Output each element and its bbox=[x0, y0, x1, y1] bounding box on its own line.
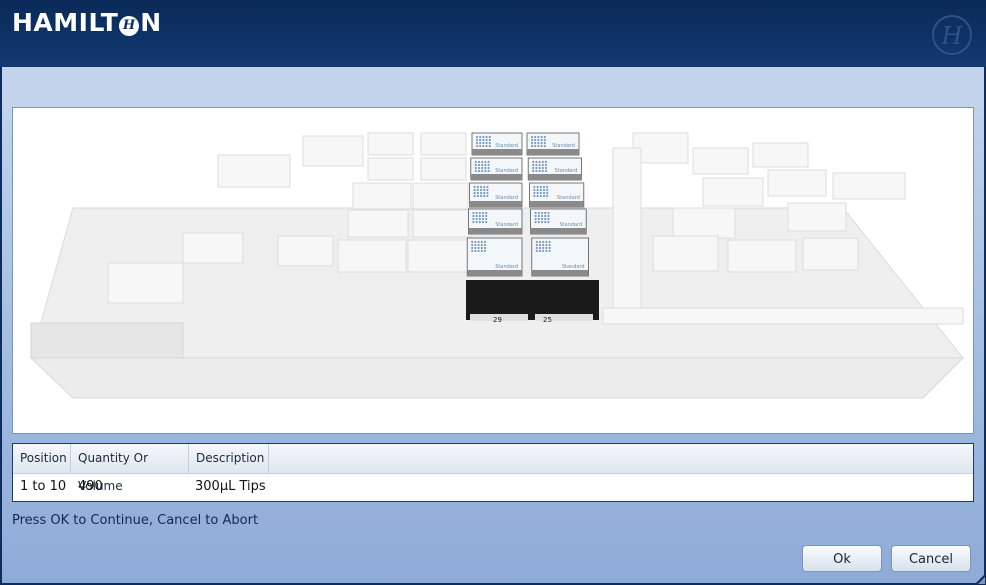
cell-description: 300µL Tips bbox=[195, 479, 266, 494]
tip-rack-label: Standard bbox=[557, 195, 580, 201]
tip-rack: Standard bbox=[527, 157, 582, 181]
faded-labware bbox=[752, 142, 809, 168]
faded-labware bbox=[302, 135, 364, 167]
tip-rack: Standard bbox=[471, 132, 523, 156]
hamilton-emblem-icon: H bbox=[932, 15, 972, 55]
deck-svg: 29 25 Standard Standard Standard Standard St… bbox=[29, 132, 965, 399]
faded-labware bbox=[802, 237, 859, 271]
carrier-label-29: 29 bbox=[493, 316, 502, 324]
tip-rack-label: Standard bbox=[555, 168, 578, 174]
cell-position: 1 to 10 bbox=[20, 479, 67, 494]
ok-button[interactable]: Ok bbox=[802, 545, 882, 572]
cell-quantity: 490 bbox=[78, 479, 103, 494]
faded-labware bbox=[832, 172, 906, 200]
faded-labware bbox=[767, 169, 827, 197]
deck-layout-view[interactable]: 29 25 Standard Standard Standard Standard St… bbox=[12, 107, 974, 434]
column-header-description[interactable]: Description bbox=[189, 444, 269, 473]
tip-rack-label: Standard bbox=[495, 168, 518, 174]
faded-labware bbox=[217, 154, 291, 188]
top-band bbox=[2, 67, 984, 106]
tip-rack-label: Standard bbox=[562, 264, 585, 270]
faded-carrier bbox=[602, 307, 964, 325]
tip-rack-label: Standard bbox=[495, 143, 518, 149]
tip-rack: Standard bbox=[530, 208, 587, 235]
faded-labware bbox=[412, 182, 469, 210]
tip-rack: Standard bbox=[529, 182, 585, 208]
status-message: Press OK to Continue, Cancel to Abort bbox=[12, 513, 259, 528]
deck-front-face bbox=[29, 357, 965, 399]
resize-grip-icon[interactable] bbox=[975, 574, 985, 584]
faded-labware bbox=[787, 202, 847, 232]
faded-labware bbox=[367, 132, 414, 156]
faded-labware bbox=[347, 209, 409, 238]
cancel-button[interactable]: Cancel bbox=[891, 545, 971, 572]
logo-text: HAMILT bbox=[12, 8, 119, 37]
faded-labware bbox=[652, 235, 719, 272]
table-header: Position Quantity Or Volume Description bbox=[13, 444, 973, 493]
highlighted-carriers: 29 25 bbox=[466, 280, 599, 324]
column-header-position[interactable]: Position bbox=[13, 444, 71, 473]
faded-labware bbox=[407, 239, 474, 273]
faded-labware bbox=[337, 239, 407, 273]
faded-labware bbox=[277, 235, 334, 267]
hamilton-logo: HAMILT H N bbox=[12, 8, 162, 37]
tip-rack: Standard bbox=[466, 237, 523, 277]
faded-labware bbox=[107, 262, 184, 304]
column-header-quantity[interactable]: Quantity Or Volume bbox=[71, 444, 189, 493]
faded-carrier bbox=[612, 147, 642, 319]
tip-rack-label: Standard bbox=[559, 222, 582, 228]
faded-labware bbox=[352, 182, 412, 210]
faded-labware bbox=[412, 209, 472, 238]
carrier-label-25: 25 bbox=[543, 316, 552, 324]
faded-labware bbox=[420, 132, 467, 156]
resource-table: Position Quantity Or Volume Description … bbox=[12, 443, 974, 502]
faded-labware bbox=[367, 157, 414, 181]
logo-o-icon: H bbox=[119, 16, 140, 36]
dialog-window: HAMILT H N H 29 25 Standard Standard Sta… bbox=[0, 0, 986, 585]
tip-rack-label: Standard bbox=[552, 143, 575, 149]
tip-rack-label: Standard bbox=[495, 264, 518, 270]
tip-rack: Standard bbox=[469, 182, 523, 208]
faded-labware bbox=[182, 232, 244, 264]
tip-rack-label: Standard bbox=[495, 222, 518, 228]
tip-rack: Standard bbox=[531, 237, 589, 277]
tip-rack: Standard bbox=[470, 157, 523, 181]
tip-rack-label: Standard bbox=[495, 195, 518, 201]
faded-labware bbox=[672, 207, 736, 239]
deck-left-block bbox=[30, 322, 184, 359]
logo-text-end: N bbox=[140, 8, 162, 37]
faded-labware bbox=[702, 177, 764, 207]
faded-labware bbox=[420, 157, 467, 181]
tip-rack: Standard bbox=[467, 208, 523, 235]
header-bar: HAMILT H N H bbox=[0, 0, 986, 67]
faded-labware bbox=[727, 239, 797, 273]
tip-rack: Standard bbox=[526, 132, 580, 156]
faded-labware bbox=[692, 147, 749, 175]
dialog-body: 29 25 Standard Standard Standard Standard St… bbox=[2, 67, 984, 583]
